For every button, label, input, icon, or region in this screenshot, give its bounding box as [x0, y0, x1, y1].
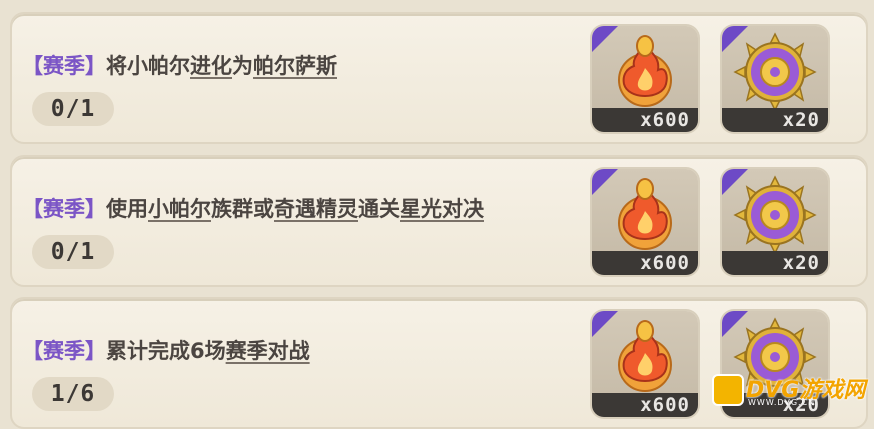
watermark-url: WWW.DVG.CN: [748, 398, 816, 407]
spiked-purple-orb-icon: [733, 32, 817, 110]
quest-card-2[interactable]: 【赛季】使用小帕尔族群或奇遇精灵通关星光对决 0/1 x600 x20: [10, 155, 868, 287]
quest-title: 【赛季】将小帕尔进化为帕尔萨斯: [22, 50, 337, 80]
progress-counter: 1/6: [32, 377, 114, 411]
watermark: DVG游戏网 WWW.DVG.CN: [712, 372, 865, 410]
quest-card-1[interactable]: 【赛季】将小帕尔进化为帕尔萨斯 0/1 x600 x20: [10, 12, 868, 144]
flame-badge-icon: [618, 178, 672, 250]
flame-badge-icon: [618, 320, 672, 392]
reward-slot[interactable]: x600: [592, 169, 698, 275]
reward-quantity: x20: [722, 108, 828, 132]
flame-badge-icon: [618, 35, 672, 107]
progress-counter: 0/1: [32, 92, 114, 126]
reward-quantity: x600: [592, 108, 698, 132]
spiked-purple-orb-icon: [733, 175, 817, 253]
reward-quantity: x600: [592, 393, 698, 417]
watermark-logo-icon: [712, 374, 744, 406]
quest-keyword: 赛季对战: [225, 339, 310, 363]
quest-text-segment: 族群或: [211, 197, 274, 221]
reward-slot[interactable]: x20: [722, 169, 828, 275]
quest-keyword: 进化: [190, 54, 232, 78]
quest-text-segment: 为: [232, 54, 253, 78]
season-tag: 【赛季】: [22, 339, 106, 363]
quest-text-segment: 累计完成6场: [106, 339, 226, 363]
season-tag: 【赛季】: [22, 197, 106, 221]
quest-text-segment: 使用: [106, 197, 148, 221]
quest-title: 【赛季】累计完成6场赛季对战: [22, 335, 310, 365]
season-tag: 【赛季】: [22, 54, 106, 78]
quest-keyword: 奇遇精灵: [274, 197, 358, 221]
reward-slot[interactable]: x20: [722, 26, 828, 132]
progress-counter: 0/1: [32, 235, 114, 269]
reward-quantity: x600: [592, 251, 698, 275]
quest-title: 【赛季】使用小帕尔族群或奇遇精灵通关星光对决: [22, 193, 484, 223]
reward-quantity: x20: [722, 251, 828, 275]
reward-slot[interactable]: x600: [592, 26, 698, 132]
quest-keyword: 星光对决: [400, 197, 484, 221]
reward-slot[interactable]: x600: [592, 311, 698, 417]
quest-text-segment: 通关: [358, 197, 400, 221]
quest-text-segment: 将小帕尔: [106, 54, 190, 78]
quest-keyword: 小帕尔: [148, 197, 211, 221]
quest-keyword: 帕尔萨斯: [253, 54, 337, 78]
